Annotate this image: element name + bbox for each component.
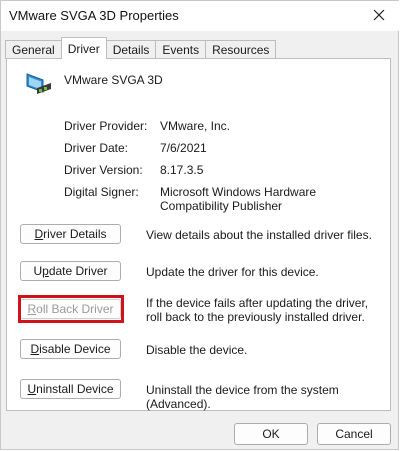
update-driver-accesskey: p (42, 264, 49, 278)
uninstall-device-label-post: ninstall Device (36, 382, 114, 396)
update-driver-label-post: date Driver (48, 264, 108, 278)
date-value: 7/6/2021 (160, 141, 207, 155)
signer-label: Digital Signer: (64, 185, 139, 199)
version-value: 8.17.3.5 (160, 163, 204, 177)
signer-value: Microsoft Windows Hardware Compatibility… (160, 185, 317, 213)
tab-strip: General Driver Details Events Resources (5, 37, 277, 59)
driver-details-description: View details about the installed driver … (146, 228, 372, 242)
roll-back-driver-button[interactable]: Roll Back Driver (20, 299, 121, 319)
provider-label: Driver Provider: (64, 119, 148, 133)
driver-details-button[interactable]: Driver Details (20, 224, 121, 244)
device-name: VMware SVGA 3D (64, 73, 163, 87)
update-driver-label-pre: U (33, 264, 43, 278)
tab-details[interactable]: Details (105, 40, 157, 59)
close-icon (373, 9, 385, 21)
version-label: Driver Version: (64, 163, 143, 177)
update-driver-description: Update the driver for this device. (146, 265, 319, 279)
disable-device-accesskey: D (30, 342, 40, 356)
uninstall-device-button[interactable]: Uninstall Device (20, 379, 121, 399)
roll-back-label-post: oll Back Driver (36, 302, 114, 316)
update-driver-button[interactable]: Update Driver (20, 261, 121, 281)
close-button[interactable] (367, 4, 391, 26)
display-adapter-icon (26, 73, 51, 94)
title-bar[interactable]: VMware SVGA 3D Properties (1, 1, 399, 31)
roll-back-description: If the device fails after updating the d… (146, 296, 369, 324)
driver-details-label-post: river Details (43, 227, 107, 241)
disable-device-button[interactable]: Disable Device (20, 339, 121, 359)
cancel-button[interactable]: Cancel (317, 423, 391, 445)
provider-value: VMware, Inc. (160, 119, 231, 133)
disable-device-description: Disable the device. (146, 343, 248, 357)
window-title: VMware SVGA 3D Properties (9, 8, 179, 23)
tab-general[interactable]: General (5, 40, 62, 59)
properties-window: VMware SVGA 3D Properties General Driver… (0, 0, 399, 450)
date-label: Driver Date: (64, 141, 129, 155)
ok-button[interactable]: OK (234, 423, 308, 445)
driver-details-accesskey: D (34, 227, 44, 241)
uninstall-device-description: Uninstall the device from the system (Ad… (146, 383, 339, 411)
disable-device-label-post: isable Device (39, 342, 111, 356)
tab-driver[interactable]: Driver (60, 37, 107, 59)
uninstall-device-accesskey: U (27, 382, 37, 396)
tab-events[interactable]: Events (155, 40, 207, 59)
tab-resources[interactable]: Resources (205, 40, 277, 59)
driver-panel: VMware SVGA 3D Driver Provider: VMware, … (6, 58, 391, 411)
roll-back-accesskey: R (27, 302, 37, 316)
